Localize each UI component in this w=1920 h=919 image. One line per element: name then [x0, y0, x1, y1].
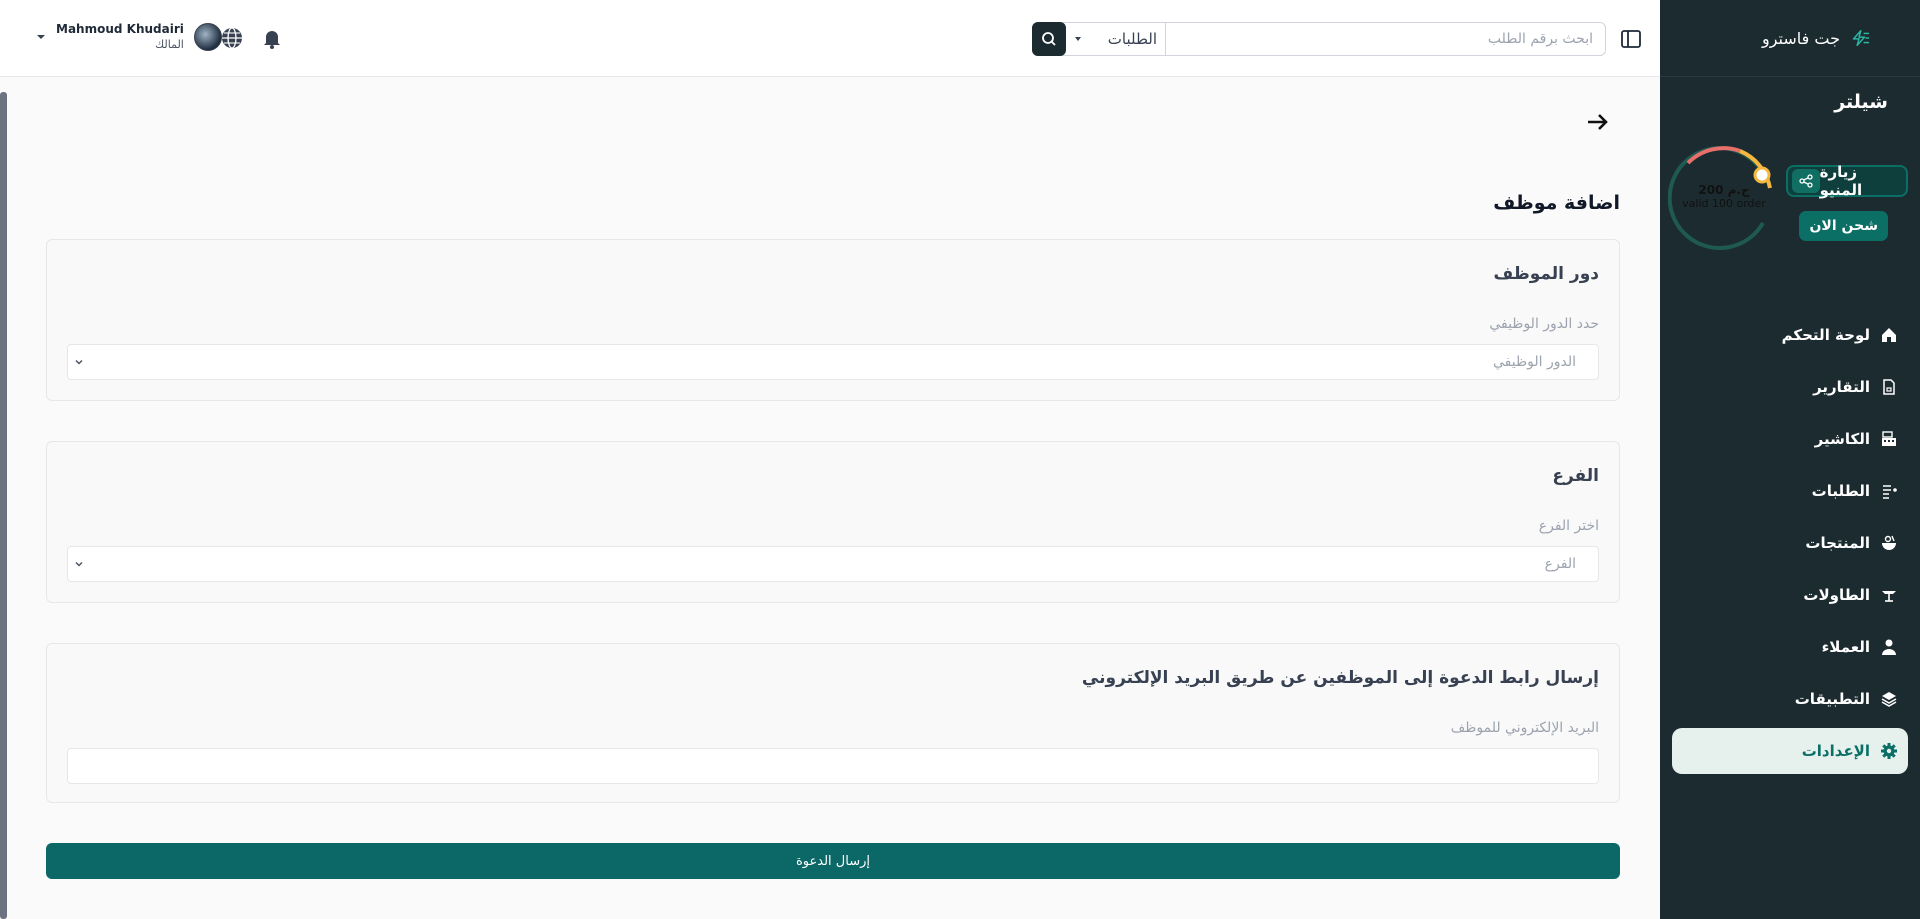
sidebar-item-label: التقارير [1813, 378, 1870, 396]
invite-card-title: إرسال رابط الدعوة إلى الموظفين عن طريق ا… [1081, 668, 1599, 688]
branch-label: اختر الفرع [1538, 518, 1599, 534]
user-name: Mahmoud Khudairi [56, 22, 184, 36]
store-name: شيلتر [1834, 91, 1888, 113]
email-label: البريد الإلكتروني للموظف [1450, 720, 1599, 736]
search-button[interactable] [1032, 21, 1066, 56]
role-label: حدد الدور الوظيفي [1489, 316, 1599, 332]
sidebar-item-customers[interactable]: العملاء [1672, 624, 1908, 670]
topbar: Mahmoud Khudairi المالك الطلبات [0, 0, 1660, 77]
user-menu[interactable]: Mahmoud Khudairi المالك [36, 22, 222, 51]
search-scope-value: الطلبات [1107, 30, 1157, 48]
send-invite-button[interactable]: إرسال الدعوة [46, 843, 1620, 879]
tables-icon [1882, 591, 1896, 602]
visit-menu-button[interactable]: زيارة المنيو [1786, 163, 1908, 199]
bell-icon[interactable] [260, 26, 284, 50]
role-card-title: دور الموظف [1493, 264, 1599, 284]
search-input[interactable] [1166, 23, 1605, 55]
chevron-down-icon [75, 561, 83, 567]
sidebar-item-products[interactable]: المنتجات [1672, 520, 1908, 566]
user-role: المالك [155, 38, 184, 51]
sidebar-toggle-icon[interactable] [1620, 28, 1642, 50]
role-card: دور الموظف حدد الدور الوظيفي الدور الوظي… [46, 239, 1620, 401]
sidebar-item-label: لوحة التحكم [1781, 326, 1870, 344]
settings-icon [1881, 743, 1897, 759]
products-icon [1882, 535, 1896, 550]
visit-menu-label: زيارة المنيو [1819, 163, 1863, 199]
sidebar-item-label: الطاولات [1803, 586, 1870, 604]
orders-icon [1883, 485, 1897, 499]
sidebar-item-dashboard[interactable]: لوحة التحكم [1672, 312, 1908, 358]
wallet-amount: 200 ج.م [1698, 183, 1750, 197]
sidebar-item-apps[interactable]: التطبيقات [1672, 676, 1908, 722]
customers-icon [1882, 639, 1896, 655]
sidebar-item-reports[interactable]: التقارير [1672, 364, 1908, 410]
invite-card: إرسال رابط الدعوة إلى الموظفين عن طريق ا… [46, 643, 1620, 803]
caret-down-icon[interactable] [36, 32, 46, 42]
scrollbar[interactable] [0, 92, 7, 919]
sidebar-item-label: الكاشير [1814, 430, 1870, 448]
role-select[interactable]: الدور الوظيفي [67, 344, 1599, 380]
share-icon[interactable] [1792, 169, 1820, 193]
search-scope-select[interactable]: الطلبات [1066, 23, 1166, 55]
sidebar-item-cashier[interactable]: الكاشير [1672, 416, 1908, 462]
search-bar: الطلبات [1032, 21, 1606, 56]
apps-icon [1881, 692, 1897, 707]
charge-now-button[interactable]: شحن الان [1799, 211, 1888, 241]
home-icon [1882, 328, 1896, 342]
cashier-icon [1882, 431, 1896, 446]
report-icon [1883, 379, 1895, 395]
brand-logo-icon [1852, 29, 1870, 47]
sidebar-nav: لوحة التحكم التقارير الكاشير الطلبات الم… [1672, 312, 1908, 780]
sidebar-item-settings[interactable]: الإعدادات [1672, 728, 1908, 774]
wallet-subtitle: valid 100 order [1682, 197, 1766, 210]
email-field[interactable] [68, 749, 1598, 783]
branch-card-title: الفرع [1552, 466, 1599, 486]
chevron-down-icon [75, 359, 83, 365]
avatar[interactable] [193, 22, 222, 51]
page-title: اضافة موظف [1493, 192, 1620, 214]
role-select-placeholder: الدور الوظيفي [1493, 354, 1576, 370]
caret-down-icon [1075, 37, 1081, 41]
branch-select[interactable]: الفرع [67, 546, 1599, 582]
sidebar-item-label: المنتجات [1805, 534, 1870, 552]
back-arrow-icon[interactable] [1585, 110, 1611, 134]
email-field-wrap [67, 748, 1599, 784]
sidebar-item-tables[interactable]: الطاولات [1672, 572, 1908, 618]
sidebar: جت فاسترو شيلتر 200 ج.م valid 100 order … [1660, 0, 1920, 919]
wallet-section: 200 ج.م valid 100 order زيارة المنيو شحن… [1660, 113, 1920, 263]
branch-card: الفرع اختر الفرع الفرع [46, 441, 1620, 603]
sidebar-item-label: الإعدادات [1801, 742, 1870, 760]
brand[interactable]: جت فاسترو [1660, 0, 1920, 77]
branch-select-placeholder: الفرع [1544, 556, 1576, 572]
brand-name: جت فاسترو [1762, 28, 1840, 48]
sidebar-item-label: العملاء [1821, 638, 1870, 656]
sidebar-item-label: الطلبات [1811, 482, 1870, 500]
user-info: Mahmoud Khudairi المالك [56, 22, 184, 51]
sidebar-item-label: التطبيقات [1794, 690, 1870, 708]
globe-icon[interactable] [220, 26, 244, 50]
search-icon [1042, 31, 1056, 46]
wallet-balance: 200 ج.م valid 100 order [1674, 183, 1774, 211]
sidebar-item-orders[interactable]: الطلبات [1672, 468, 1908, 514]
